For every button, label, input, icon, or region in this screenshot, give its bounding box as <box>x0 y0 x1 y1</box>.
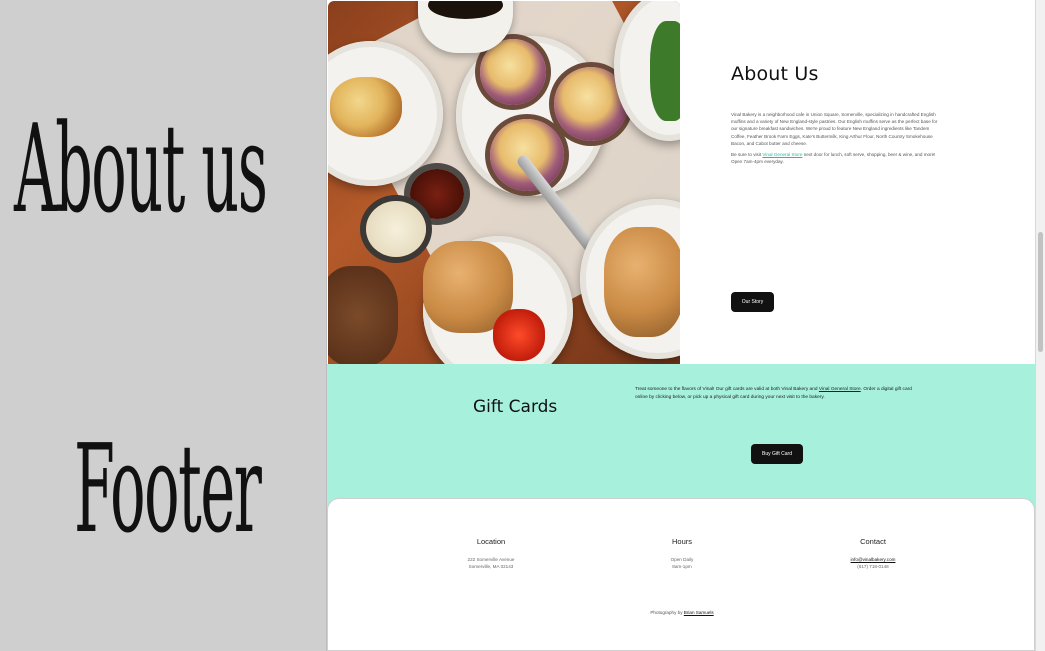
contact-email-link[interactable]: info@vinalbakery.com <box>831 556 915 563</box>
footer-location-title: Location <box>476 537 506 546</box>
bakery-food-photo <box>328 1 680 364</box>
hours-times: 8am-1pm <box>672 564 692 569</box>
sandwich-shape <box>650 21 680 121</box>
hours-days: Open Daily <box>670 557 694 562</box>
gift-cards-heading: Gift Cards <box>473 397 558 417</box>
credit-text: Photography by <box>650 610 684 615</box>
pastry-shape <box>328 266 398 364</box>
contact-phone: (617) 718-0148 <box>857 564 889 569</box>
footer-section-label: Footer <box>74 418 262 561</box>
footer-hours: Hours Open Daily 8am-1pm <box>644 537 720 570</box>
our-story-button[interactable]: Our Story <box>731 292 774 312</box>
sandwich-shape <box>604 227 680 337</box>
footer: Location 222 Somerville Avenue Somervill… <box>327 498 1035 651</box>
section-labels-panel: About us Footer <box>0 0 327 651</box>
gift-cards-text: Treat someone to the flavors of Vinal! O… <box>635 386 915 401</box>
photographer-link[interactable]: Brian Samuels <box>684 610 714 615</box>
page-content: About Us Vinal Bakery is a neighborhood … <box>327 0 1035 651</box>
footer-contact-title: Contact <box>860 537 886 546</box>
about-us-text: Vinal Bakery is a neighborhood cafe in U… <box>731 111 945 169</box>
scrollbar-thumb[interactable] <box>1038 232 1043 352</box>
address-line: 222 Somerville Avenue <box>467 557 515 562</box>
address-city: Somerville, MA 02143 <box>468 564 514 569</box>
footer-location: Location 222 Somerville Avenue Somervill… <box>448 537 534 570</box>
vertical-scrollbar[interactable] <box>1035 0 1045 651</box>
buy-gift-card-button[interactable]: Buy Gift Card <box>751 444 803 464</box>
vinal-general-store-link[interactable]: Vinal General Store <box>762 152 802 157</box>
muffin-shape <box>490 119 564 191</box>
about-visit-text: Be sure to visit <box>731 152 763 158</box>
butter-dish-shape <box>366 201 426 257</box>
about-paragraph: Vinal Bakery is a neighborhood cafe in U… <box>731 112 938 146</box>
about-us-section-label: About us <box>14 98 268 241</box>
vinal-general-store-link[interactable]: Vinal General Store <box>819 387 861 392</box>
footer-hours-title: Hours <box>671 537 692 546</box>
gift-text: Treat someone to the flavors of Vinal! O… <box>635 387 819 392</box>
footer-contact: Contact info@vinalbakery.com (617) 718-0… <box>831 537 915 570</box>
about-us-heading: About Us <box>731 63 819 85</box>
photo-credit: Photography by Brian Samuels <box>328 610 1035 615</box>
biscuit-shape <box>330 77 402 137</box>
gift-cards-section: Gift Cards Treat someone to the flavors … <box>327 364 1035 514</box>
about-paragraph-visit: Be sure to visit Vinal General Store nex… <box>731 151 945 165</box>
tomato-jam-shape <box>493 309 545 361</box>
